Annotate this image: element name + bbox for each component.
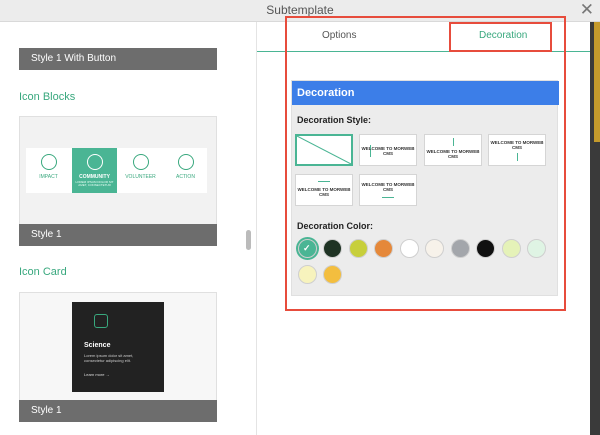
decoration-panel: Decoration Decoration Style: WELCOME TO … <box>291 80 559 296</box>
color-swatch-cream[interactable] <box>425 239 444 258</box>
template-list: Style 1 With Button Icon Blocks IMPACT C… <box>0 22 244 435</box>
subtemplate-modal: Subtemplate ✕ Style 1 With Button Icon B… <box>0 0 600 435</box>
card-footer-icon-card[interactable]: Style 1 <box>19 400 217 422</box>
icon-block-label: IMPACT <box>39 174 58 180</box>
decoration-style-bottom-line[interactable]: WELCOME TO MORWEB CMS <box>359 174 417 206</box>
decoration-panel-header: Decoration <box>292 81 559 105</box>
decoration-style-text: WELCOME TO MORWEB CMS <box>426 149 480 159</box>
check-icon: ✓ <box>303 243 311 253</box>
icon-block-subtext: LOREM IPSUM DOLOR SIT AMET, CONSECTETUR <box>75 180 114 187</box>
color-swatch-green[interactable]: ✓ <box>298 239 317 258</box>
decoration-bar <box>517 153 518 161</box>
color-swatch-pale-yellow[interactable] <box>298 265 317 284</box>
color-swatch-orange[interactable] <box>374 239 393 258</box>
decoration-style-text: WELCOME TO MORWEB CMS <box>361 182 415 192</box>
section-title-icon-card: Icon Card <box>19 266 67 278</box>
decoration-style-top-line[interactable]: WELCOME TO MORWEB CMS <box>295 174 353 206</box>
color-swatch-white[interactable] <box>400 239 419 258</box>
icon-block-volunteer: VOLUNTEER <box>118 148 163 193</box>
card-footer-style1-button[interactable]: Style 1 With Button <box>19 48 217 70</box>
decoration-color-label: Decoration Color: <box>297 221 374 231</box>
hands-icon <box>40 154 57 170</box>
decoration-style-left-bar[interactable]: WELCOME TO MORWEB CMS <box>359 134 417 166</box>
color-swatch-pale-lime[interactable] <box>502 239 521 258</box>
color-swatch-gray[interactable] <box>451 239 470 258</box>
color-swatch-mint[interactable] <box>527 239 546 258</box>
group-icon <box>132 154 149 170</box>
color-swatch-dark-green[interactable] <box>323 239 342 258</box>
icon-block-label: VOLUNTEER <box>125 174 156 180</box>
icon-block-action: ACTION <box>163 148 208 193</box>
section-title-icon-blocks: Icon Blocks <box>19 91 76 103</box>
people-icon <box>86 154 103 170</box>
decoration-bar <box>318 181 330 182</box>
decoration-style-top-bar[interactable]: WELCOME TO MORWEB CMS <box>424 134 482 166</box>
icon-card-link: Learn more → <box>84 372 110 377</box>
color-swatch-gold[interactable] <box>323 265 342 284</box>
decoration-style-text: WELCOME TO MORWEB CMS <box>490 140 544 150</box>
card-footer-icon-blocks[interactable]: Style 1 <box>19 224 217 246</box>
scrollbar-thumb[interactable] <box>246 230 251 250</box>
background-edge <box>590 22 600 435</box>
icon-block-impact: IMPACT <box>26 148 71 193</box>
diagonal-line-icon <box>297 136 351 164</box>
decoration-style-none[interactable] <box>295 134 353 166</box>
decoration-style-text: WELCOME TO MORWEB CMS <box>297 187 351 197</box>
decoration-bar <box>453 138 454 146</box>
decoration-style-label: Decoration Style: <box>297 115 372 125</box>
close-icon[interactable]: ✕ <box>580 0 594 20</box>
background-accent <box>594 22 600 142</box>
icon-block-community: COMMUNITY LOREM IPSUM DOLOR SIT AMET, CO… <box>72 148 117 193</box>
hand-heart-icon <box>177 154 194 170</box>
icon-card-preview: Science Lorem ipsum dolor sit amet, cons… <box>72 302 164 392</box>
decoration-style-bottom-right-bar[interactable]: WELCOME TO MORWEB CMS <box>488 134 546 166</box>
microscope-icon <box>94 314 108 328</box>
icon-blocks-preview: IMPACT COMMUNITY LOREM IPSUM DOLOR SIT A… <box>26 148 207 193</box>
modal-title: Subtemplate <box>266 3 334 17</box>
panel-divider <box>256 22 257 435</box>
decoration-bar <box>382 197 394 198</box>
icon-block-label: ACTION <box>176 174 195 180</box>
decoration-style-text: WELCOME TO MORWEB CMS <box>361 146 415 156</box>
icon-card-text: Lorem ipsum dolor sit amet, consectetur … <box>84 353 134 363</box>
color-swatch-black[interactable] <box>476 239 495 258</box>
icon-card-heading: Science <box>84 342 111 349</box>
color-swatch-lime[interactable] <box>349 239 368 258</box>
